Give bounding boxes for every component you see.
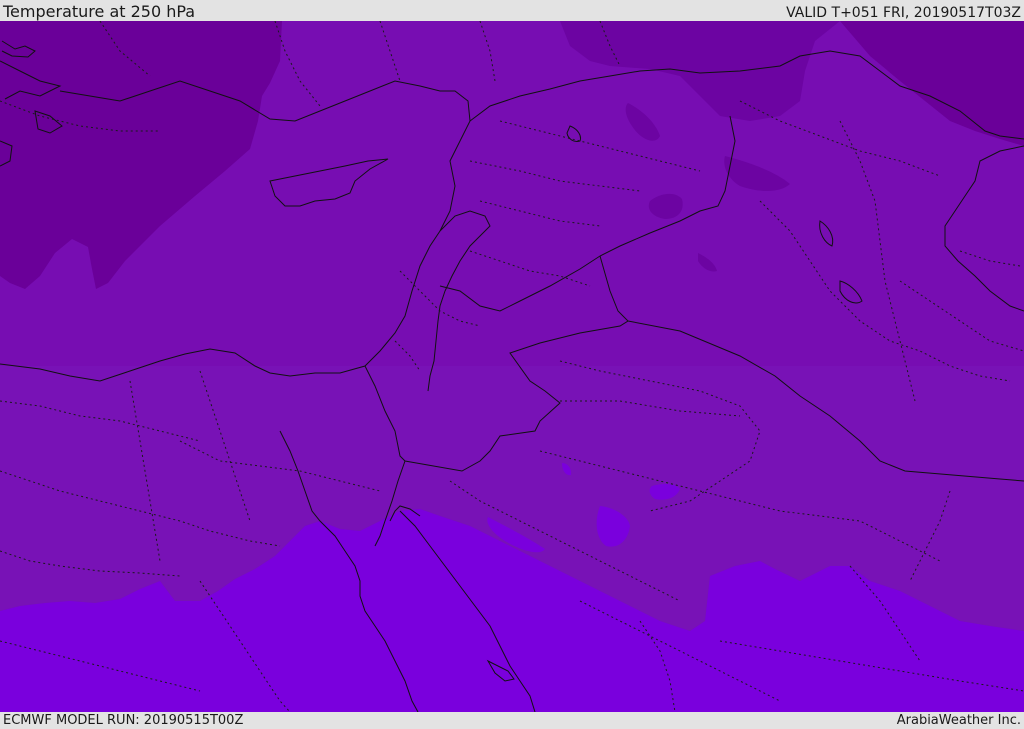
model-run-label: ECMWF MODEL RUN: 20190515T00Z (3, 713, 244, 728)
credit-label: ArabiaWeather Inc. (896, 713, 1021, 728)
map-canvas (0, 21, 1024, 712)
valid-time: VALID T+051 FRI, 20190517T03Z (786, 5, 1021, 21)
footer-bar: ECMWF MODEL RUN: 20190515T00Z ArabiaWeat… (0, 712, 1024, 729)
header-bar: Temperature at 250 hPa VALID T+051 FRI, … (0, 0, 1024, 21)
map-title: Temperature at 250 hPa (3, 2, 196, 21)
temperature-map[interactable] (0, 21, 1024, 712)
